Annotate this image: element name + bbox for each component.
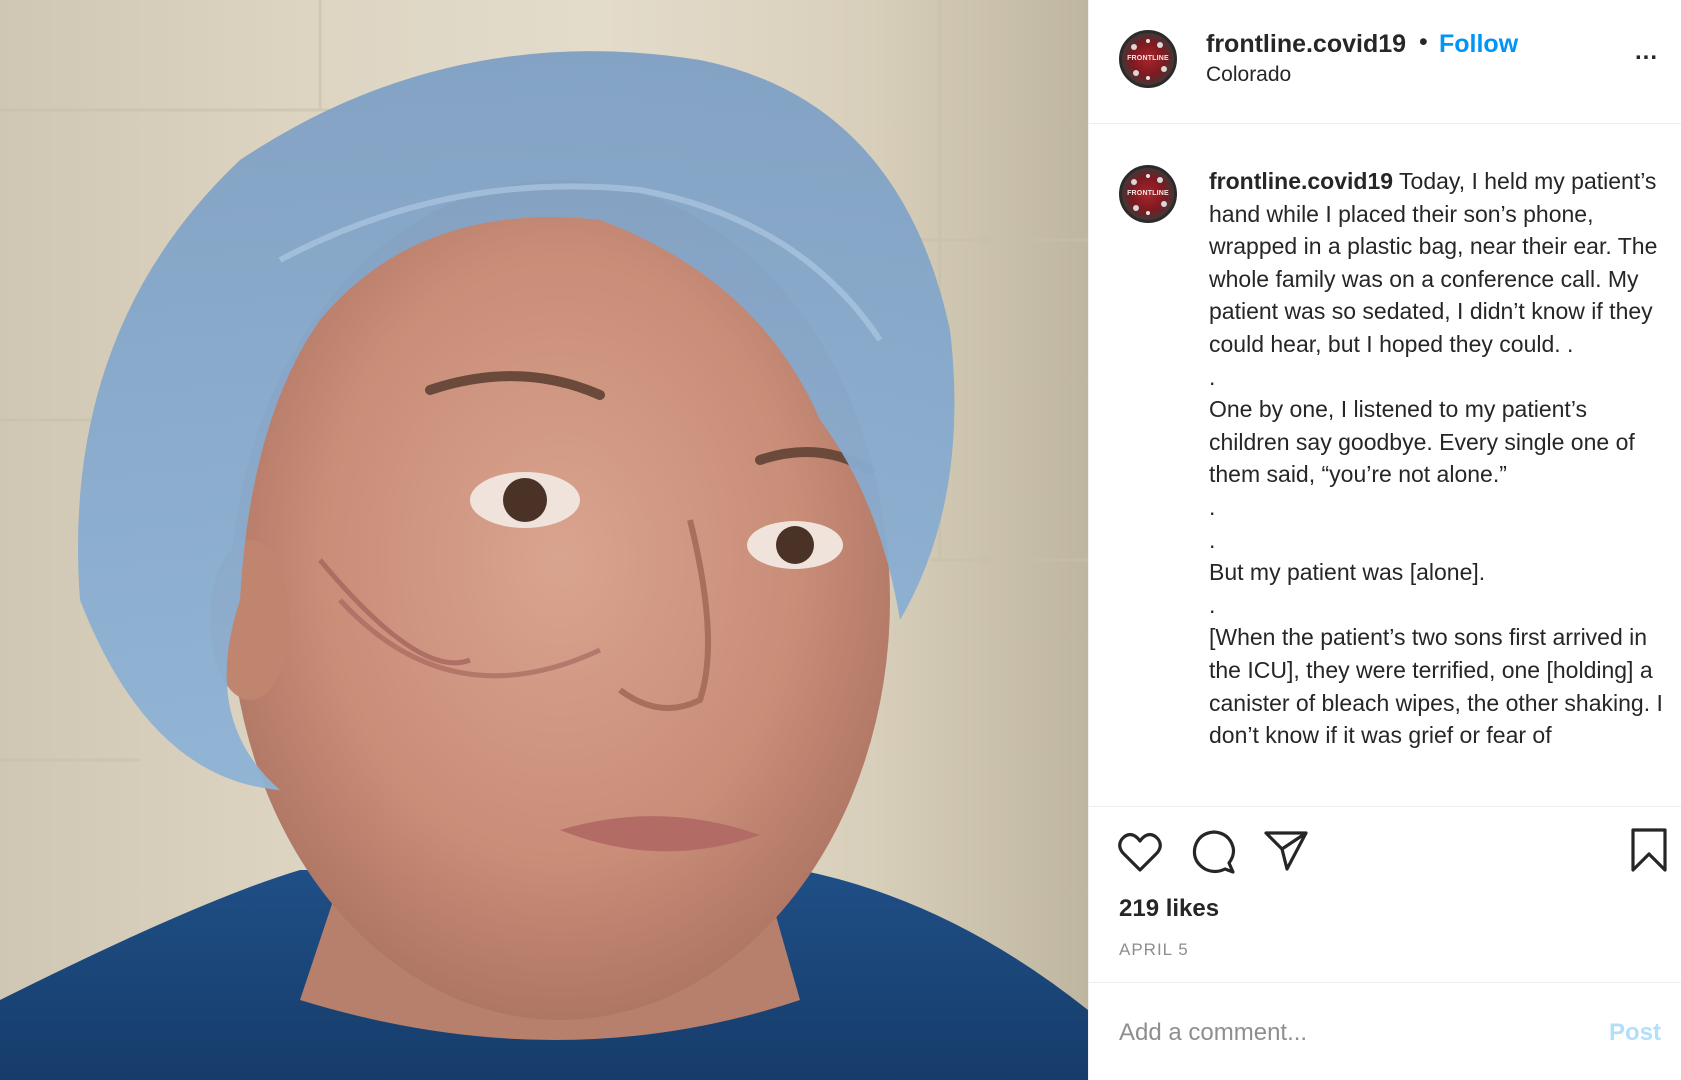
post-panel: FRONTLINE frontline.covid19 • Follow Col… bbox=[1088, 0, 1681, 1080]
caption-username[interactable]: frontline.covid19 bbox=[1209, 168, 1393, 194]
avatar[interactable]: FRONTLINE bbox=[1119, 30, 1177, 88]
bookmark-icon[interactable] bbox=[1629, 827, 1669, 873]
likes-count[interactable]: 219 likes bbox=[1119, 895, 1219, 923]
photo-illustration bbox=[0, 0, 1088, 1080]
caption-avatar[interactable]: FRONTLINE bbox=[1119, 165, 1177, 223]
caption-body: Today, I held my patient’s hand while I … bbox=[1209, 168, 1663, 749]
caption-area[interactable]: FRONTLINE frontline.covid19 Today, I hel… bbox=[1089, 125, 1681, 805]
heart-icon[interactable] bbox=[1117, 831, 1163, 873]
avatar-label: FRONTLINE bbox=[1127, 190, 1169, 197]
post-comment-button[interactable]: Post bbox=[1609, 1019, 1661, 1047]
avatar-label: FRONTLINE bbox=[1127, 55, 1169, 62]
post-location[interactable]: Colorado bbox=[1206, 63, 1291, 87]
post-photo bbox=[0, 0, 1088, 1080]
comment-input[interactable] bbox=[1119, 1013, 1559, 1053]
post-username[interactable]: frontline.covid19 bbox=[1206, 30, 1406, 59]
paper-plane-icon[interactable] bbox=[1263, 829, 1309, 873]
action-bar: 219 likes APRIL 5 bbox=[1089, 806, 1681, 982]
comment-bubble-icon[interactable] bbox=[1191, 829, 1237, 875]
comment-bar: Post bbox=[1089, 982, 1681, 1080]
post-date[interactable]: APRIL 5 bbox=[1119, 940, 1189, 960]
more-options-icon[interactable]: ... bbox=[1635, 38, 1658, 66]
caption-text: frontline.covid19 Today, I held my patie… bbox=[1209, 165, 1664, 752]
separator-dot: • bbox=[1419, 28, 1428, 56]
follow-button[interactable]: Follow bbox=[1439, 30, 1518, 59]
post-header: FRONTLINE frontline.covid19 • Follow Col… bbox=[1089, 0, 1681, 124]
